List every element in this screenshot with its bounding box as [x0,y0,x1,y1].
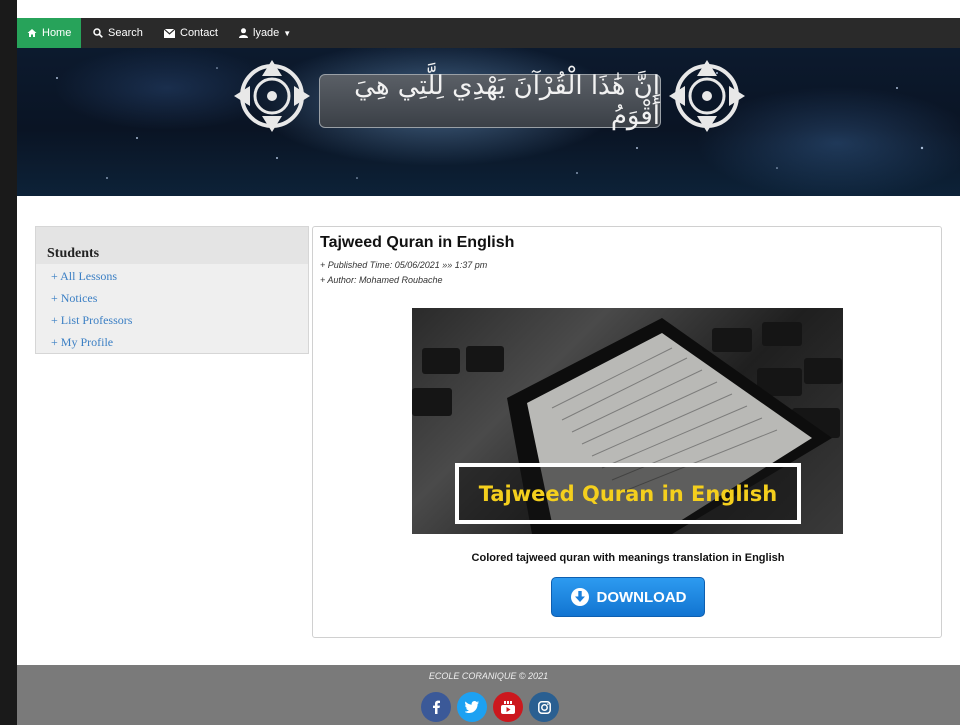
banner-calligraphy: إِنَّ هَٰذَا الْقُرْآنَ يَهْدِي لِلَّتِي… [319,71,661,131]
top-navbar: Home Search Contact lyade ▼ [17,18,960,48]
post-panel: Tajweed Quran in English + Published Tim… [312,226,942,638]
ornament-left [234,60,310,132]
home-icon [27,28,37,38]
nav-contact-label: Contact [180,27,218,39]
user-icon [239,28,248,38]
nav-home-label: Home [42,27,72,39]
sidebar-item-all-lessons[interactable]: + All Lessons [36,265,308,287]
search-icon [93,28,103,38]
envelope-icon [164,28,175,38]
page: Home Search Contact lyade ▼ إِنَّ هَٰذَا… [17,0,960,725]
post-published-time: + Published Time: 05/06/2021 »» 1:37 pm [320,260,488,270]
image-caption-box: Tajweed Quran in English [455,463,801,524]
ornament-right [669,60,745,132]
post-author: + Author: Mohamed Roubache [320,275,443,285]
sidebar-item-my-profile[interactable]: + My Profile [36,331,308,353]
post-description: Colored tajweed quran with meanings tran… [471,552,785,564]
post-title: Tajweed Quran in English [320,234,515,251]
facebook-icon[interactable] [421,692,451,722]
nav-search-label: Search [108,27,143,39]
download-label: DOWNLOAD [596,588,687,606]
footer: ECOLE CORANIQUE © 2021 [17,665,960,725]
nav-user-label: lyade [253,27,280,39]
nav-home[interactable]: Home [17,18,81,48]
header-banner: إِنَّ هَٰذَا الْقُرْآنَ يَهْدِي لِلَّتِي… [17,48,960,196]
sidebar-item-notices[interactable]: + Notices [36,287,308,309]
sidebar-item-list-professors[interactable]: + List Professors [36,309,308,331]
footer-copyright: ECOLE CORANIQUE © 2021 [428,671,549,681]
sidebar-title: Students [36,227,308,264]
nav-user-dropdown[interactable]: lyade ▼ [229,18,301,48]
sidebar: Students + All Lessons + Notices + List … [35,226,309,354]
sidebar-links: + All Lessons + Notices + List Professor… [36,264,308,353]
twitter-icon[interactable] [457,692,487,722]
download-button[interactable]: DOWNLOAD [551,577,705,617]
download-icon [570,588,589,606]
instagram-icon[interactable] [529,692,559,722]
nav-contact[interactable]: Contact [154,18,228,48]
image-caption-text: Tajweed Quran in English [478,481,778,506]
post-image: Tajweed Quran in English [412,308,843,534]
nav-search[interactable]: Search [83,18,153,48]
caret-down-icon: ▼ [283,28,292,38]
youtube-icon[interactable] [493,692,523,722]
